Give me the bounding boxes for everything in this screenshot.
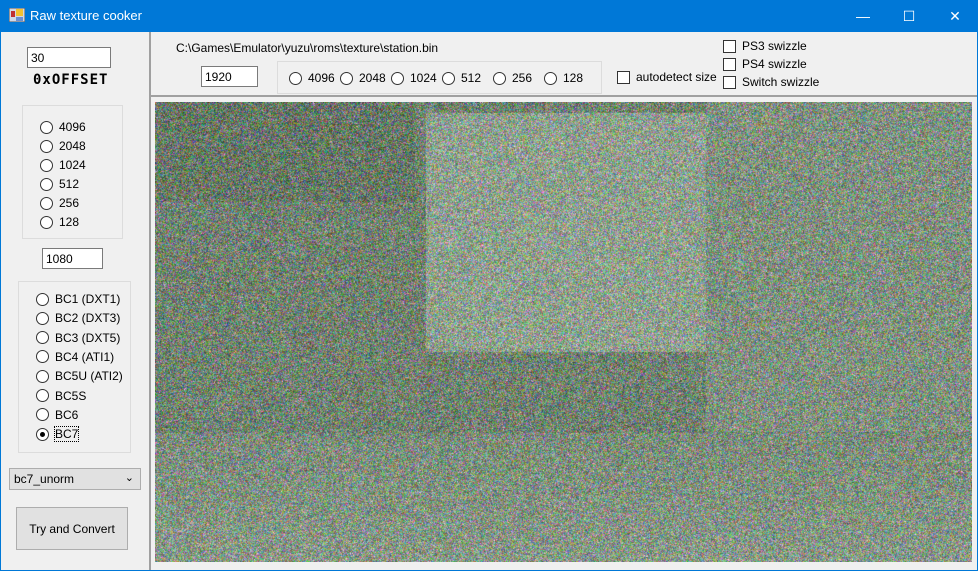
radio-label: 4096 [308, 71, 335, 85]
format-radio-7[interactable]: BC7 [36, 425, 80, 443]
checkbox-box [723, 75, 736, 89]
radio-label: BC2 (DXT3) [55, 311, 121, 326]
convert-label: Try and Convert [29, 521, 115, 536]
radio-circle [36, 389, 49, 402]
height-radio-1024[interactable]: 1024 [40, 156, 86, 174]
offset-input[interactable] [27, 47, 111, 68]
radio-circle [36, 369, 49, 383]
autodetect-size-checkbox[interactable]: autodetect size [617, 69, 717, 85]
file-path: C:\Games\Emulator\yuzu\roms\texture\stat… [176, 41, 439, 55]
height-radio-2048[interactable]: 2048 [40, 137, 86, 155]
maximize-button[interactable]: ☐ [886, 0, 932, 32]
radio-label: 512 [59, 177, 80, 191]
width-radio-512[interactable]: 512 [442, 69, 481, 87]
width-radio-256[interactable]: 256 [493, 69, 532, 87]
radio-label: BC1 (DXT1) [55, 292, 121, 306]
width-input[interactable] [201, 66, 258, 87]
format-radio-1[interactable]: BC2 (DXT3) [36, 309, 120, 327]
panel-divider [149, 32, 151, 570]
radio-circle [36, 311, 49, 325]
radio-circle [442, 71, 455, 85]
radio-label: BC7 [53, 426, 80, 443]
checkbox-box [617, 70, 630, 84]
width-size-group: 4096 2048 1024 512 256 128 [277, 61, 602, 94]
radio-circle [40, 139, 53, 153]
radio-circle [40, 177, 53, 191]
radio-label: BC4 (ATI1) [55, 349, 115, 364]
format-radio-0[interactable]: BC1 (DXT1) [36, 290, 120, 308]
radio-circle [36, 408, 49, 422]
format-radio-6[interactable]: BC6 [36, 406, 78, 424]
minimize-icon: — [856, 8, 870, 24]
try-and-convert-button[interactable]: Try and Convert [16, 507, 128, 550]
radio-circle [544, 71, 557, 85]
radio-circle [340, 71, 353, 85]
radio-circle [40, 196, 53, 210]
width-radio-4096[interactable]: 4096 [289, 69, 335, 87]
radio-label: 1024 [410, 71, 437, 85]
height-size-group: 4096 2048 1024 512 256 128 [22, 105, 123, 239]
swizzle-label: PS3 swizzle [742, 39, 807, 53]
radio-label: 512 [461, 71, 482, 85]
radio-label: BC6 [55, 407, 79, 422]
width-radio-128[interactable]: 128 [544, 69, 583, 87]
swizzle-checkbox-0[interactable]: PS3 swizzle [723, 38, 807, 54]
top-divider [151, 95, 977, 97]
radio-label: 256 [512, 71, 533, 85]
radio-circle [36, 350, 49, 364]
height-input[interactable] [42, 248, 103, 269]
offset-label: 0xOFFSET [33, 72, 109, 88]
radio-label: 2048 [59, 139, 86, 153]
swizzle-checkbox-2[interactable]: Switch swizzle [723, 74, 819, 90]
app-icon [9, 8, 25, 22]
radio-label: 4096 [59, 120, 86, 134]
radio-label: 2048 [359, 71, 386, 85]
maximize-icon: ☐ [902, 8, 916, 24]
height-radio-128[interactable]: 128 [40, 213, 79, 231]
radio-circle [493, 71, 506, 85]
radio-circle [40, 158, 53, 172]
width-radio-2048[interactable]: 2048 [340, 69, 386, 87]
close-icon: ✕ [949, 8, 961, 24]
format-group: BC1 (DXT1) BC2 (DXT3) BC3 (DXT5) BC4 (ATI1)… [18, 281, 131, 453]
title-bar: Raw texture cooker — ☐ ✕ [0, 0, 978, 32]
autodetect-label: autodetect size [636, 70, 717, 84]
checkbox-box [723, 39, 736, 53]
radio-label: BC5U (ATI2) [55, 369, 123, 384]
radio-circle [289, 71, 302, 85]
radio-circle [36, 427, 49, 441]
chevron-down-icon: ⌄ [124, 472, 134, 484]
format-radio-5[interactable]: BC5S [36, 387, 86, 405]
format-radio-4[interactable]: BC5U (ATI2) [36, 367, 123, 385]
radio-circle [36, 331, 49, 345]
main-window: 0xOFFSET 4096 2048 1024 512 256 128 BC1 (DXT1… [1, 32, 977, 570]
radio-label: BC3 (DXT5) [55, 330, 121, 345]
close-button[interactable]: ✕ [932, 0, 978, 32]
width-radio-1024[interactable]: 1024 [391, 69, 437, 87]
radio-circle [391, 71, 404, 85]
texture-preview [155, 102, 972, 562]
format-radio-2[interactable]: BC3 (DXT5) [36, 329, 120, 347]
radio-label: BC5S [55, 388, 87, 403]
height-radio-256[interactable]: 256 [40, 194, 79, 212]
radio-label: 1024 [59, 158, 86, 172]
window-title: Raw texture cooker [30, 8, 142, 23]
height-radio-512[interactable]: 512 [40, 175, 79, 193]
radio-circle [36, 292, 49, 306]
swizzle-label: Switch swizzle [742, 75, 820, 89]
swizzle-label: PS4 swizzle [742, 57, 807, 71]
radio-label: 256 [59, 196, 80, 210]
swizzle-checkbox-1[interactable]: PS4 swizzle [723, 56, 807, 72]
format-radio-3[interactable]: BC4 (ATI1) [36, 348, 114, 366]
radio-label: 128 [59, 215, 80, 229]
radio-label: 128 [563, 71, 584, 85]
height-radio-4096[interactable]: 4096 [40, 118, 86, 136]
format-variant-select[interactable]: bc7_unorm ⌄ [9, 468, 141, 490]
radio-circle [40, 215, 53, 229]
minimize-button[interactable]: — [840, 0, 886, 32]
radio-circle [40, 120, 53, 134]
format-variant-value: bc7_unorm [14, 472, 75, 486]
checkbox-box [723, 57, 736, 71]
